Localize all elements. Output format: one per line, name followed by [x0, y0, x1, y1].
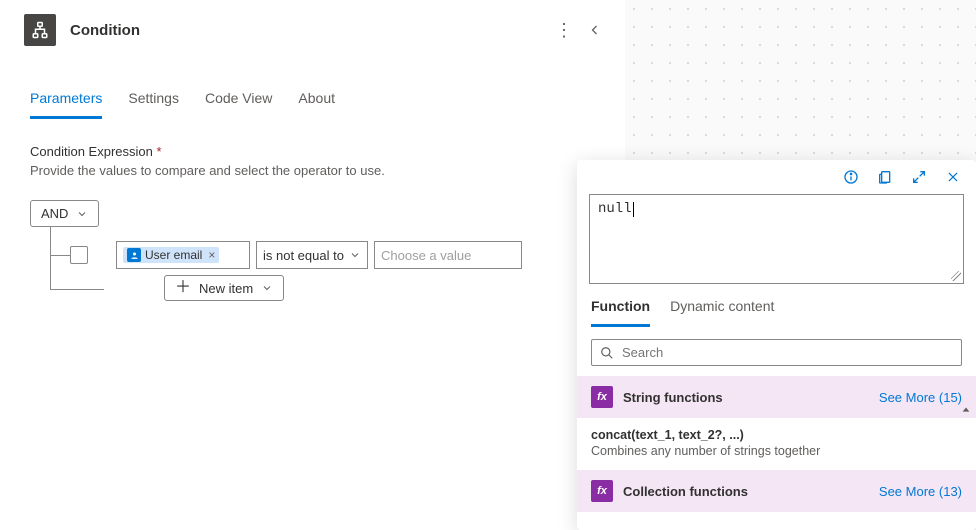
- panel-tabs: Parameters Settings Code View About: [0, 82, 625, 120]
- expression-input[interactable]: null: [589, 194, 964, 284]
- function-description: Combines any number of strings together: [591, 444, 962, 458]
- category-label: String functions: [623, 390, 723, 405]
- operator-label: is not equal to: [263, 248, 344, 263]
- more-icon[interactable]: ⋮: [555, 20, 573, 41]
- plus-icon: ＋: [175, 280, 191, 296]
- collapse-icon[interactable]: [589, 20, 601, 41]
- condition-step-icon: [24, 14, 56, 46]
- panel-title: Condition: [70, 22, 541, 39]
- expand-icon[interactable]: [908, 166, 930, 188]
- group-operator-label: AND: [41, 206, 68, 221]
- value-placeholder: Choose a value: [381, 248, 471, 263]
- person-icon: [127, 248, 141, 262]
- tab-parameters[interactable]: Parameters: [30, 82, 102, 119]
- function-signature: concat(text_1, text_2?, ...): [591, 428, 962, 442]
- resize-handle[interactable]: [951, 271, 961, 281]
- new-item-label: New item: [199, 281, 253, 296]
- see-more-link[interactable]: See More (15): [879, 390, 962, 405]
- connector-line: [50, 255, 70, 256]
- condition-row: User email × is not equal to Choose a va…: [70, 241, 595, 269]
- close-icon[interactable]: [942, 166, 964, 188]
- category-string-functions[interactable]: fx String functions See More (15): [577, 376, 976, 418]
- condition-panel: Condition ⋮ Parameters Settings Code Vie…: [0, 0, 625, 530]
- clipboard-icon[interactable]: [874, 166, 896, 188]
- field-description: Provide the values to compare and select…: [30, 163, 595, 178]
- chevron-down-icon: [349, 249, 361, 261]
- category-label: Collection functions: [623, 484, 748, 499]
- category-collection-functions[interactable]: fx Collection functions See More (13): [577, 470, 976, 512]
- chevron-down-icon: [76, 208, 88, 220]
- expression-text: null: [598, 201, 632, 217]
- connector-line: [50, 227, 51, 289]
- function-item-concat[interactable]: concat(text_1, text_2?, ...) Combines an…: [577, 418, 976, 470]
- field-label: Condition Expression *: [30, 144, 595, 159]
- connector-line: [50, 289, 104, 290]
- left-operand-input[interactable]: User email ×: [116, 241, 250, 269]
- search-icon: [600, 346, 614, 360]
- see-more-link[interactable]: See More (13): [879, 484, 962, 499]
- expression-flyout: null Function Dynamic content fx String …: [577, 160, 976, 530]
- tab-function[interactable]: Function: [591, 298, 650, 327]
- panel-header: Condition ⋮: [0, 0, 625, 60]
- tab-about[interactable]: About: [298, 82, 335, 119]
- fx-icon: fx: [591, 480, 613, 502]
- tab-settings[interactable]: Settings: [128, 82, 179, 119]
- token-label: User email: [145, 248, 202, 262]
- tab-code-view[interactable]: Code View: [205, 82, 272, 119]
- operator-select[interactable]: is not equal to: [256, 241, 368, 269]
- tab-dynamic-content[interactable]: Dynamic content: [670, 298, 774, 327]
- text-caret: [633, 202, 634, 217]
- function-search[interactable]: [591, 339, 962, 366]
- fx-icon: fx: [591, 386, 613, 408]
- chevron-down-icon: [261, 282, 273, 294]
- group-operator-select[interactable]: AND: [30, 200, 99, 227]
- new-item-button[interactable]: ＋ New item: [164, 275, 284, 301]
- token-remove-icon[interactable]: ×: [206, 248, 215, 262]
- right-operand-input[interactable]: Choose a value: [374, 241, 522, 269]
- dynamic-token-user-email[interactable]: User email ×: [123, 247, 219, 263]
- flyout-pointer: [577, 243, 587, 263]
- row-checkbox[interactable]: [70, 246, 88, 264]
- info-icon[interactable]: [840, 166, 862, 188]
- search-input[interactable]: [622, 345, 953, 360]
- scroll-up-icon[interactable]: [960, 404, 972, 416]
